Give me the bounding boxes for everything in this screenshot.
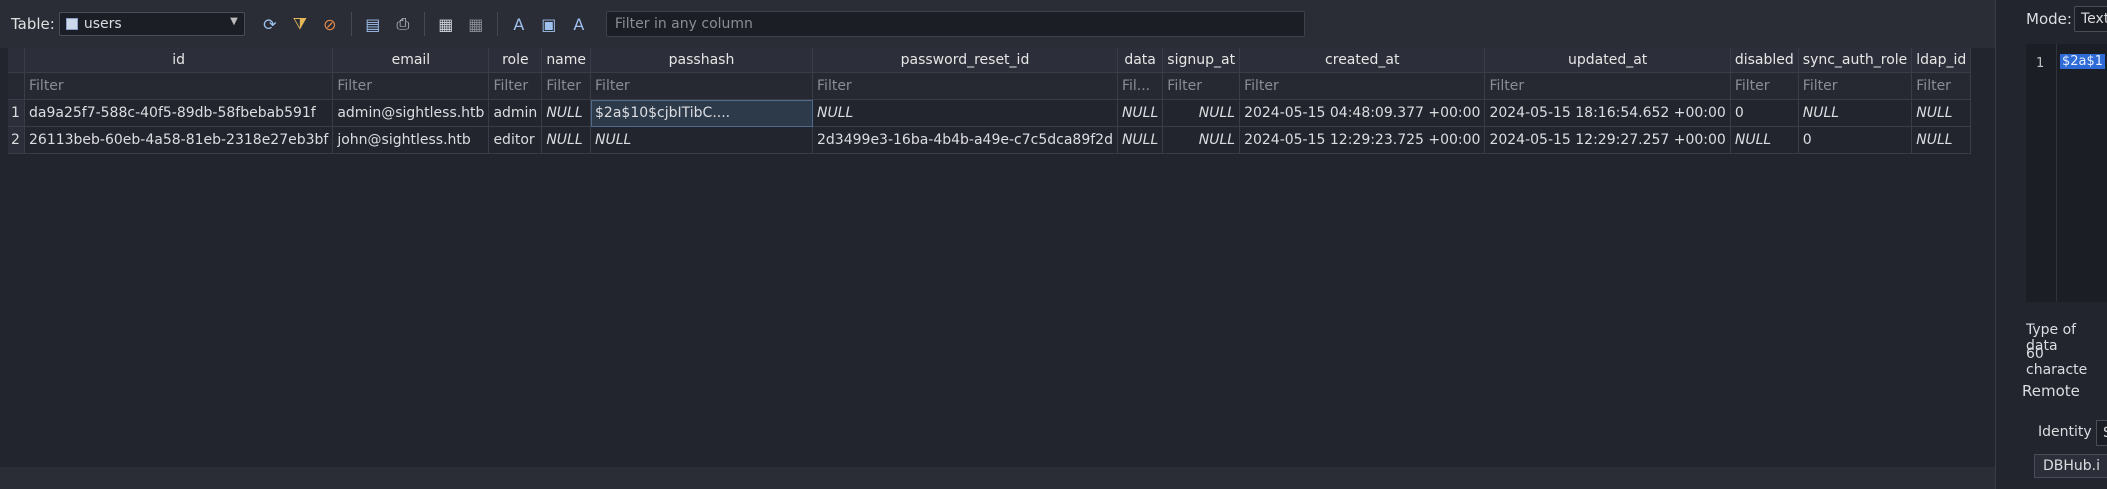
find-icon[interactable]: A: [504, 9, 534, 39]
cell-ldap-id[interactable]: NULL: [1911, 99, 1972, 127]
clear-filters-icon[interactable]: ⧩: [285, 9, 315, 39]
filter-corner: [8, 72, 25, 100]
toolbar: Table: users ▼ ⟳ ⧩ ⊘ ▤ ⎙ ▦ ▦ A ▣ A Filte…: [0, 0, 1995, 48]
toolbar-separator: [496, 12, 498, 36]
column-header[interactable]: disabled: [1730, 48, 1799, 73]
column-filter-input[interactable]: Filter: [1239, 72, 1486, 100]
cell-editor[interactable]: 1 $2a$1: [2026, 44, 2107, 302]
cell-data[interactable]: NULL: [1117, 99, 1164, 127]
row-number[interactable]: 1: [8, 99, 25, 127]
editor-selected-text[interactable]: $2a$1: [2060, 54, 2106, 69]
column-header[interactable]: email: [332, 48, 490, 73]
cell-email[interactable]: john@sightless.htb: [332, 126, 490, 154]
cell-signup-at[interactable]: NULL: [1162, 99, 1241, 127]
dbhub-tab[interactable]: DBHub.i: [2034, 454, 2107, 478]
column-header[interactable]: role: [488, 48, 543, 73]
identity-label: Identity: [2038, 424, 2092, 440]
edit-cell-panel: Mode: Text 1 $2a$1 Type of data 60 chara…: [1995, 0, 2107, 489]
chevron-down-icon: ▼: [230, 16, 238, 27]
column-filter-input[interactable]: Filter: [812, 72, 1118, 100]
cell-email[interactable]: admin@sightless.htb: [332, 99, 490, 127]
cell-passhash[interactable]: NULL: [590, 126, 814, 154]
column-filter-input[interactable]: Filter: [590, 72, 814, 100]
cell-updated-at[interactable]: 2024-05-15 18:16:54.652 +00:00: [1484, 99, 1731, 127]
find-replace-icon[interactable]: ▣: [534, 9, 564, 39]
cell-id[interactable]: da9a25f7-588c-40f5-89db-58fbebab591f: [24, 99, 334, 127]
print-icon[interactable]: ⎙: [388, 9, 418, 39]
filter-any-column-input[interactable]: Filter in any column: [605, 11, 1305, 37]
column-filter-input[interactable]: Filter: [1730, 72, 1799, 100]
export-icon[interactable]: ▤: [358, 9, 388, 39]
cell-password-reset-id[interactable]: NULL: [812, 99, 1118, 127]
cell-created-at[interactable]: 2024-05-15 04:48:09.377 +00:00: [1239, 99, 1486, 127]
cell-data[interactable]: NULL: [1117, 126, 1164, 154]
column-header[interactable]: sync_auth_role: [1798, 48, 1913, 73]
column-header[interactable]: id: [24, 48, 334, 73]
cell-signup-at[interactable]: NULL: [1162, 126, 1241, 154]
cell-role[interactable]: admin: [488, 99, 543, 127]
toolbar-separator: [350, 12, 352, 36]
table-name: users: [83, 16, 122, 32]
column-filter-input[interactable]: Filter: [332, 72, 490, 100]
insert-record-icon[interactable]: ▦: [431, 9, 461, 39]
filter-row: Filter Filter Filter Filter Filter Filte…: [8, 72, 1972, 100]
column-filter-input[interactable]: Filter: [488, 72, 543, 100]
column-filter-input[interactable]: Filter: [1162, 72, 1241, 100]
column-filter-input[interactable]: Filter: [1798, 72, 1913, 100]
cell-password-reset-id[interactable]: 2d3499e3-16ba-4b4b-a49e-c7c5dca89f2d: [812, 126, 1118, 154]
data-grid: id email role name passhash password_res…: [8, 48, 1972, 154]
cell-role[interactable]: editor: [488, 126, 543, 154]
row-number[interactable]: 2: [8, 126, 25, 154]
cell-id[interactable]: 26113beb-60eb-4a58-81eb-2318e27eb3bf: [24, 126, 334, 154]
horizontal-scrollbar[interactable]: [0, 467, 1995, 489]
cell-name[interactable]: NULL: [541, 99, 592, 127]
cell-name[interactable]: NULL: [541, 126, 592, 154]
line-number: 1: [2036, 56, 2045, 71]
save-filter-icon[interactable]: ⊘: [315, 9, 345, 39]
column-filter-input[interactable]: Filter: [1911, 72, 1972, 100]
cell-ldap-id[interactable]: NULL: [1911, 126, 1972, 154]
column-header[interactable]: password_reset_id: [812, 48, 1118, 73]
delete-record-icon[interactable]: ▦: [461, 9, 491, 39]
table-row[interactable]: 1 da9a25f7-588c-40f5-89db-58fbebab591f a…: [8, 99, 1972, 127]
mode-label: Mode:: [2026, 10, 2072, 28]
editor-gutter: [2056, 44, 2057, 302]
cell-sync-auth-role[interactable]: 0: [1798, 126, 1913, 154]
remote-panel-title: Remote: [2022, 382, 2080, 400]
cell-disabled[interactable]: NULL: [1730, 126, 1799, 154]
cell-updated-at[interactable]: 2024-05-15 12:29:27.257 +00:00: [1484, 126, 1731, 154]
column-header[interactable]: updated_at: [1484, 48, 1731, 73]
table-icon: [65, 18, 78, 30]
column-header[interactable]: name: [541, 48, 592, 73]
column-filter-input[interactable]: Filter: [1484, 72, 1731, 100]
column-header[interactable]: data: [1117, 48, 1164, 73]
column-header[interactable]: created_at: [1239, 48, 1486, 73]
cell-sync-auth-role[interactable]: NULL: [1798, 99, 1913, 127]
cell-passhash-selected[interactable]: $2a$10$cjbITibC....: [590, 99, 814, 127]
column-header[interactable]: passhash: [590, 48, 814, 73]
table-row[interactable]: 2 26113beb-60eb-4a58-81eb-2318e27eb3bf j…: [8, 126, 1972, 154]
identity-select[interactable]: S: [2096, 420, 2107, 446]
column-filter-input[interactable]: Filter: [24, 72, 334, 100]
char-count-label: 60 characte: [2026, 346, 2088, 378]
corner-cell[interactable]: [8, 48, 25, 73]
toolbar-separator: [423, 12, 425, 36]
cell-created-at[interactable]: 2024-05-15 12:29:23.725 +00:00: [1239, 126, 1486, 154]
table-select[interactable]: users ▼: [58, 12, 245, 36]
column-filter-input[interactable]: Filter: [541, 72, 592, 100]
column-header[interactable]: ldap_id: [1911, 48, 1972, 73]
column-filter-input[interactable]: Fil...: [1117, 72, 1164, 100]
format-icon[interactable]: A: [564, 9, 594, 39]
cell-disabled[interactable]: 0: [1730, 99, 1799, 127]
header-row: id email role name passhash password_res…: [8, 48, 1972, 73]
refresh-icon[interactable]: ⟳: [255, 9, 285, 39]
table-label: Table:: [11, 15, 55, 33]
mode-select[interactable]: Text: [2074, 6, 2107, 32]
column-header[interactable]: signup_at: [1162, 48, 1241, 73]
